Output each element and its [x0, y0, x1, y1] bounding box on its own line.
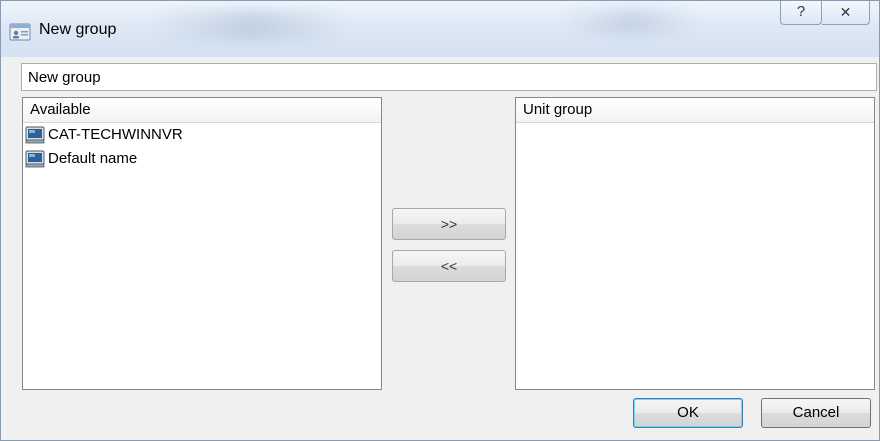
available-list[interactable]: Available CAT-TECHWINNVR Default name — [22, 97, 382, 390]
remove-from-group-button[interactable]: << — [392, 250, 506, 282]
unit-group-list-header[interactable]: Unit group — [516, 98, 874, 123]
group-name-input[interactable] — [21, 63, 877, 91]
help-icon: ? — [796, 3, 806, 20]
help-button[interactable]: ? — [780, 1, 822, 25]
add-to-group-button[interactable]: >> — [392, 208, 506, 240]
close-button[interactable]: ✕ — [822, 1, 870, 25]
available-list-header[interactable]: Available — [23, 98, 381, 123]
group-dialog-icon — [9, 23, 31, 41]
list-item-label: Default name — [48, 150, 138, 167]
title-bar-blur-background — [561, 9, 701, 35]
recorder-device-icon — [25, 150, 45, 168]
title-bar-blur-background — [151, 11, 351, 41]
title-bar[interactable]: New group ? ✕ — [1, 1, 879, 57]
ok-button[interactable]: OK — [633, 398, 743, 428]
list-item[interactable]: CAT-TECHWINNVR — [23, 123, 381, 147]
dialog-title: New group — [39, 21, 117, 38]
recorder-device-icon — [25, 126, 45, 144]
list-item[interactable]: Default name — [23, 147, 381, 171]
list-item-label: CAT-TECHWINNVR — [48, 126, 183, 143]
new-group-dialog: New group ? ✕ Available CAT-TECHWINNVR — [0, 0, 880, 441]
cancel-button[interactable]: Cancel — [761, 398, 871, 428]
close-icon: ✕ — [839, 4, 852, 20]
unit-group-list[interactable]: Unit group — [515, 97, 875, 390]
